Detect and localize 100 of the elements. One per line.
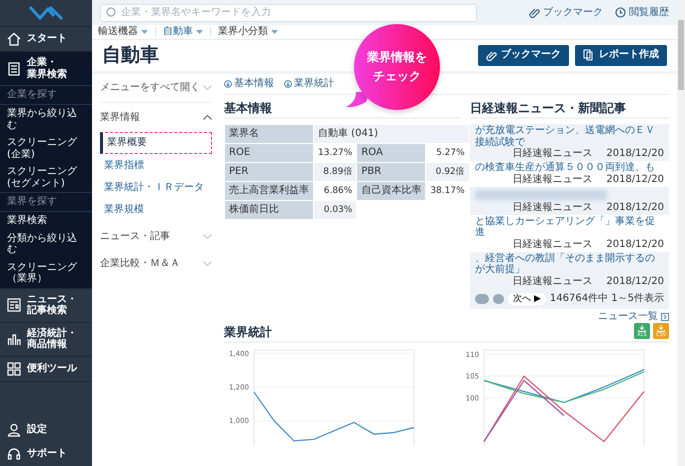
result-count: 146764件中 1～5件表示 (550, 293, 664, 306)
table-cell: 0.03% (314, 200, 357, 220)
caret-icon (141, 30, 148, 34)
nav-label: ニュース・ 記事検索 (27, 294, 77, 316)
sidebar-link[interactable]: 業界から絞り込む (0, 105, 92, 134)
breadcrumb-link[interactable]: 自動車 (163, 26, 193, 38)
search-field[interactable]: 企業・業界名やキーワードを入力 (100, 4, 477, 22)
table-cell: PER (224, 162, 314, 182)
person-icon (7, 423, 21, 437)
chevron-down-icon (203, 261, 212, 266)
bar-chart-icon (7, 332, 21, 346)
nav-label: 経済統計・ 商品情報 (27, 328, 77, 350)
nav-label: サポート (27, 448, 67, 460)
chevron-down-icon (203, 85, 212, 90)
nav-label: 企業・ 業界検索 (27, 57, 67, 80)
news-source: 日経速報ニュース (512, 238, 592, 251)
sidebar-heading: 業界を探す (0, 192, 92, 212)
nav-label: 便利ツール (27, 362, 77, 374)
download-icon (657, 324, 665, 332)
news-list-link[interactable]: ニュース一覧 (598, 311, 658, 324)
news-headline[interactable]: と協業しカーシェアリング「」事業を促進 (475, 216, 664, 239)
breadcrumb-link[interactable]: 業界小分類 (218, 26, 268, 38)
nav-item[interactable]: 経済統計・ 商品情報 (0, 322, 92, 356)
breadcrumb-link[interactable]: 輸送機器 (98, 26, 138, 38)
table-cell: 売上高営業利益率 (224, 182, 314, 201)
news-headline[interactable]: が充放電ステーション、送電網へのＥＶ接続試験で (475, 125, 664, 148)
news-source: 日経速報ニュース (512, 148, 592, 160)
documents-icon (583, 49, 595, 62)
table-cell: 0.92倍 (426, 162, 470, 182)
section-heading: 業界統計 (224, 325, 272, 342)
arrow-box-icon (661, 313, 669, 322)
search-icon (106, 7, 117, 18)
news-headline[interactable]: 、経営者への教訓「そのまま開示するのが大前提」 (475, 252, 664, 276)
caret-icon (271, 30, 278, 34)
nav-item[interactable]: 企業・ 業界検索 (0, 51, 92, 85)
paperclip-icon (486, 50, 497, 61)
news-source: 日経速報ニュース (512, 202, 592, 214)
headset-icon (7, 447, 21, 461)
table-cell: ROE (224, 144, 314, 163)
sidebar-link[interactable]: スクリーニング（業界） (0, 258, 92, 288)
sidebar-link[interactable]: スクリーニング(企業) (0, 134, 92, 163)
chevron-up-icon (203, 115, 212, 120)
section-heading: 基本情報 (224, 100, 460, 120)
nav-item[interactable]: 設定 (0, 418, 92, 442)
expand-all-link[interactable]: メニューをすべて開く (100, 78, 212, 103)
sidebar-link[interactable]: 分類から絞り込む (0, 230, 92, 258)
news-source: 日経速報ニュース (512, 174, 592, 186)
anchor-link[interactable]: 基本情報 (224, 78, 274, 90)
newspaper-icon (7, 298, 21, 312)
news-headline[interactable]: の検査車生産が通算５０００両到達、も (475, 162, 664, 174)
menu-item[interactable]: 業界概要 (100, 132, 212, 154)
page-title: 自動車 (102, 44, 159, 67)
menu-section[interactable]: 企業比較・Ｍ＆Ａ (100, 248, 212, 276)
page-button[interactable] (475, 294, 490, 304)
sidebar-link[interactable]: スクリーニング(セグメント) (0, 163, 92, 192)
menu-section[interactable]: 業界情報 (100, 102, 212, 130)
nav-item[interactable]: ニュース・ 記事検索 (0, 288, 92, 322)
caret-icon (196, 30, 203, 34)
nav-label: スタート (27, 33, 67, 45)
table-cell: 株価前日比 (224, 200, 314, 220)
clock-icon (615, 7, 626, 18)
table-cell: 8.89倍 (314, 162, 357, 182)
title-button[interactable]: レポート作成 (575, 44, 667, 66)
nav-item[interactable]: 便利ツール (0, 356, 92, 380)
title-button[interactable]: ブックマーク (478, 44, 569, 66)
news-source: 日経速報ニュース (512, 276, 592, 288)
news-date: 2018/12/20 (606, 174, 664, 186)
menu-item[interactable]: 業界規模 (100, 200, 212, 220)
news-date: 2018/12/20 (606, 238, 664, 251)
logo-icon (28, 4, 64, 22)
home-icon (7, 32, 21, 46)
nav-item[interactable]: サポート (0, 442, 92, 466)
down-circle-icon (224, 80, 232, 88)
table-cell: ROA (356, 144, 426, 163)
nav-label: 設定 (27, 424, 47, 436)
table-cell: 自己資本比率 (356, 182, 426, 201)
menu-item[interactable]: 業界統計・ＩＲデータ (100, 178, 212, 198)
menu-section[interactable]: ニュース・記事 (100, 222, 212, 249)
chevron-down-icon (203, 234, 212, 240)
table-cell: 業界名 (224, 124, 314, 144)
sidebar-heading: 企業を探す (0, 85, 92, 105)
menu-item[interactable]: 業界指標 (100, 156, 212, 176)
news-date: 2018/12/20 (606, 148, 664, 160)
next-button[interactable]: 次へ ▶ (508, 292, 546, 306)
document-icon (7, 62, 21, 76)
download-icon (638, 324, 646, 332)
anchor-link[interactable]: 業界統計 (284, 78, 334, 90)
table-cell: 自動車 (041) (314, 124, 470, 144)
grid-icon (7, 362, 21, 376)
page-button[interactable] (493, 294, 504, 304)
header-link[interactable]: 閲覧履歴 (615, 6, 669, 18)
scrollbar[interactable] (677, 0, 685, 466)
speech-bubble: 業界情報を チェック (354, 24, 440, 110)
down-circle-icon (284, 80, 292, 88)
section-heading: 日経速報ニュース・新聞記事 (470, 100, 669, 120)
sidebar-link[interactable]: 業界検索 (0, 212, 92, 230)
header-link[interactable]: ブックマーク (529, 6, 603, 18)
paperclip-icon (529, 7, 540, 18)
table-cell: PBR (356, 162, 426, 182)
news-date: 2018/12/20 (606, 276, 664, 288)
